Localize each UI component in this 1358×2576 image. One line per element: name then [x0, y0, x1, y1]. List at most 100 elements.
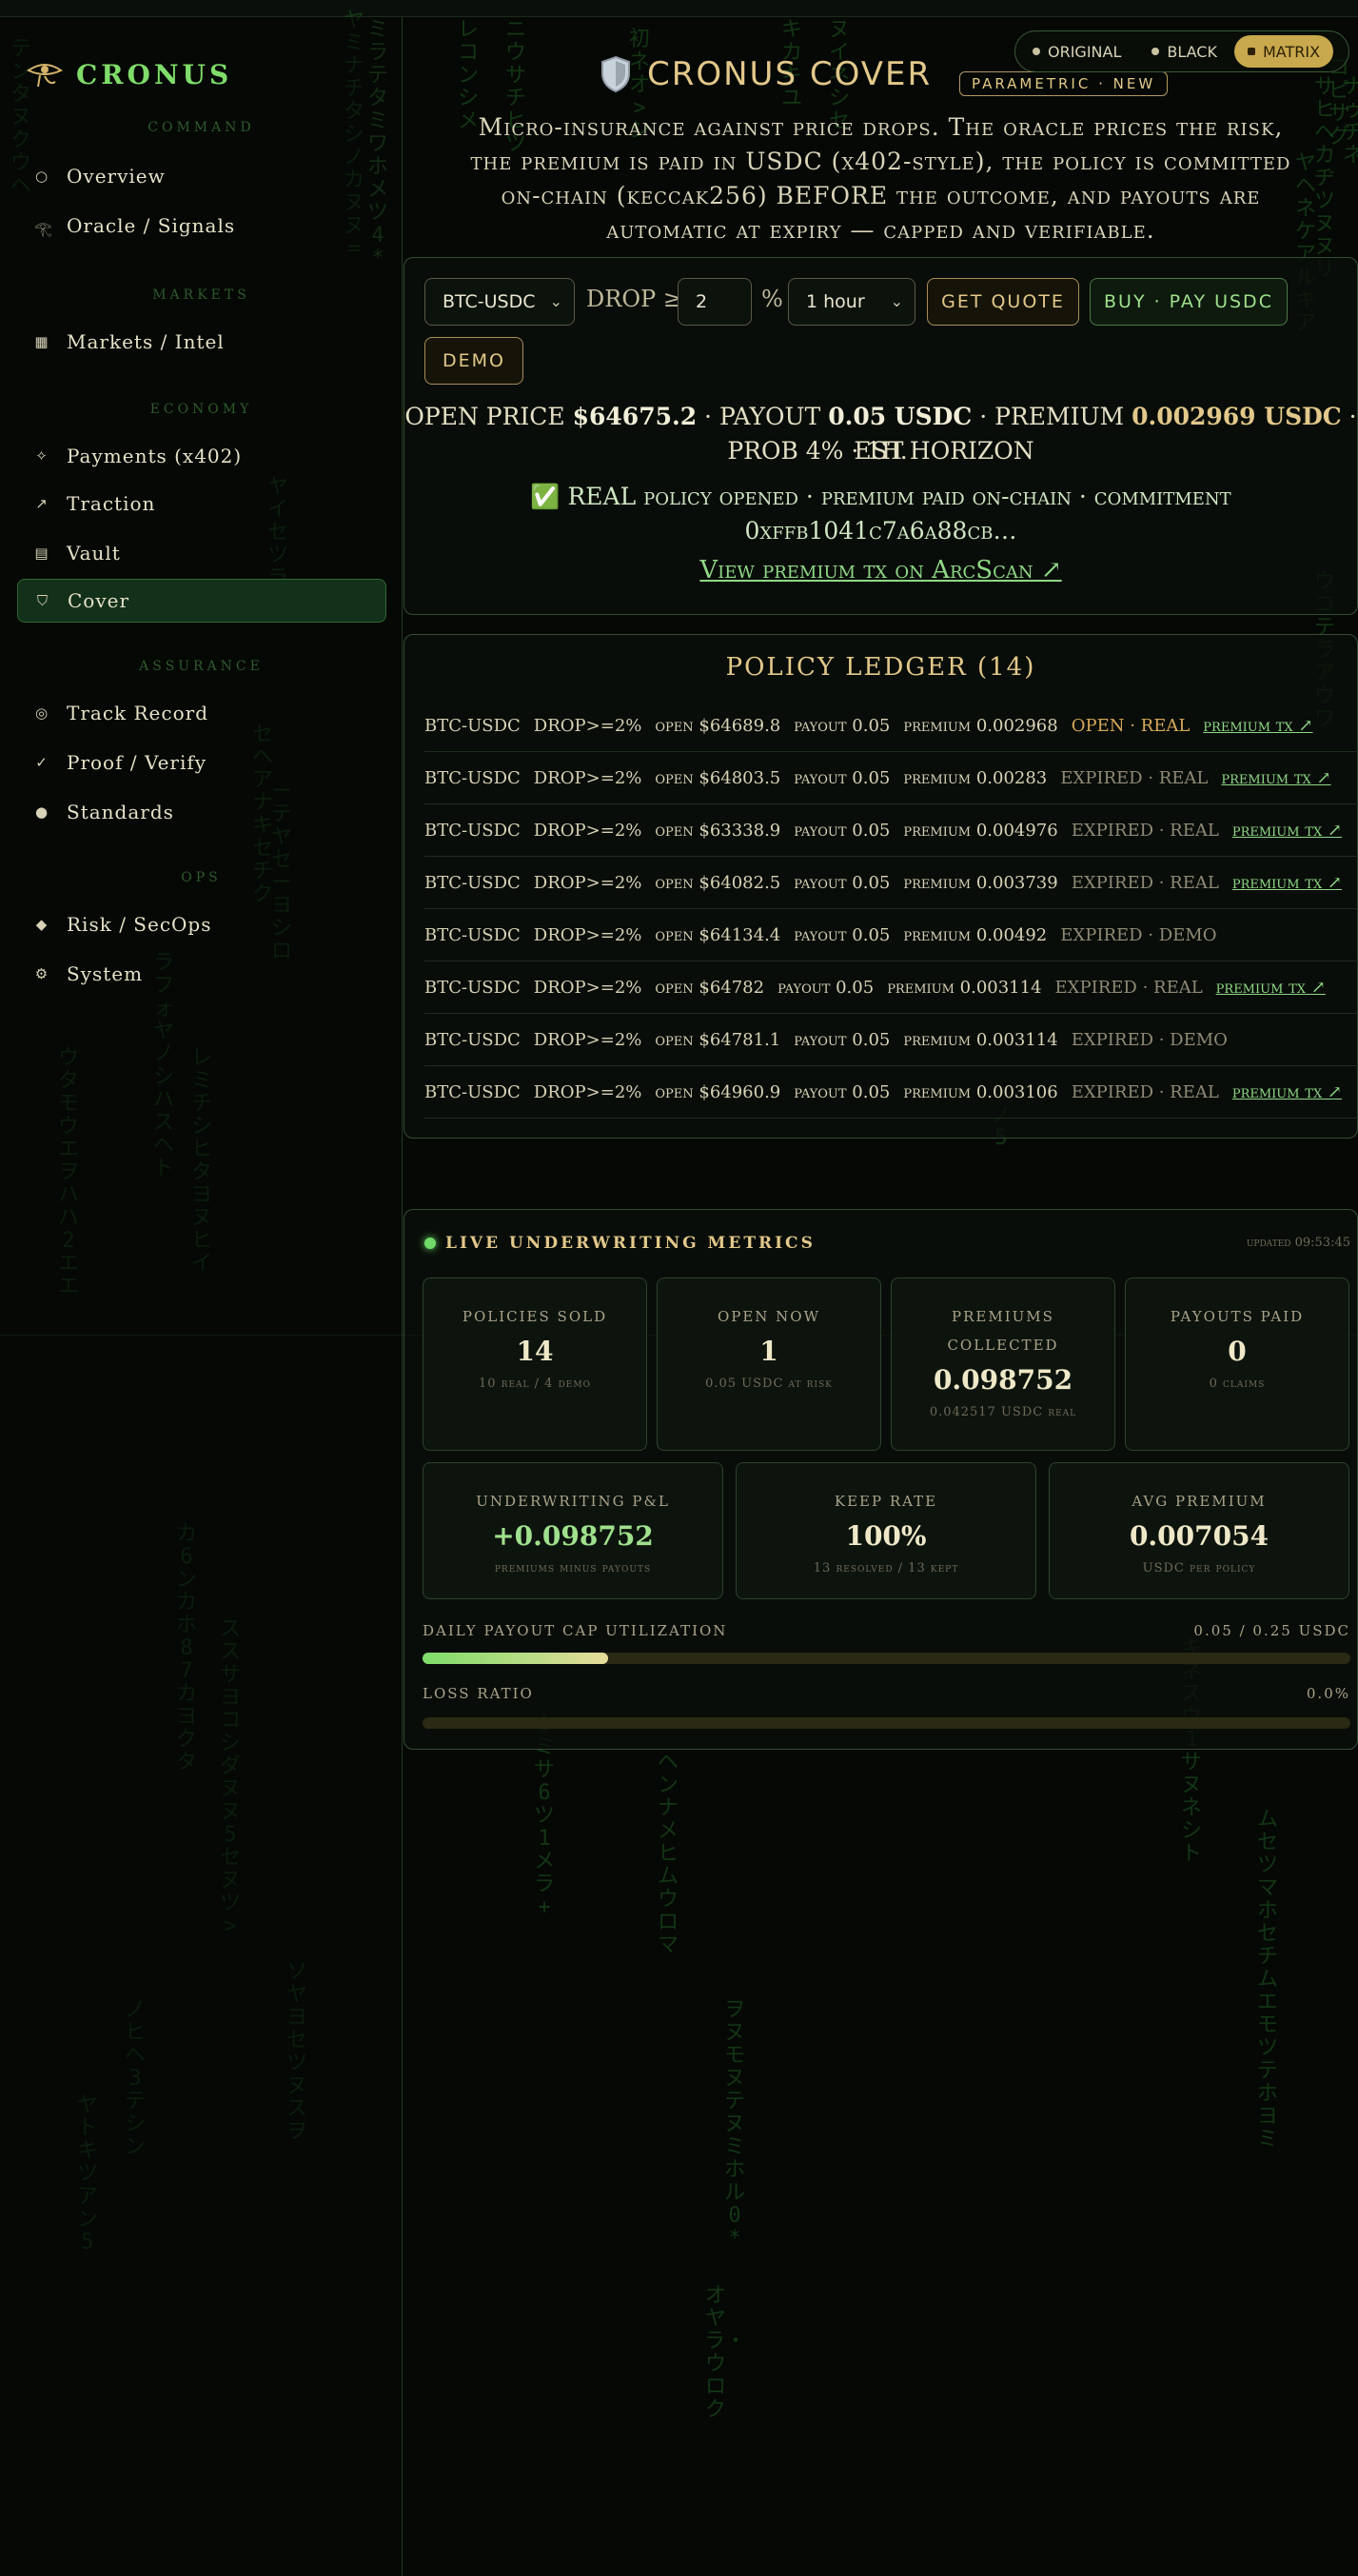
sidebar-item-label: Risk / SecOps [67, 913, 212, 936]
ledger-payout: payout 0.05 [777, 977, 875, 998]
page-title-text: CRONUS COVER [647, 55, 933, 93]
eye-of-horus-icon: 𓂀 [34, 219, 53, 237]
pair-select[interactable]: BTC-USDC ⌄ [424, 278, 575, 326]
sidebar-item-label: Overview [67, 165, 166, 188]
ledger-status: EXPIRED · REAL [1071, 820, 1219, 841]
sidebar-item-system[interactable]: ⚙ System [17, 952, 386, 996]
sparkle-icon: ✧ [35, 447, 49, 465]
browser-top-strip [0, 0, 1358, 17]
ledger-drop: DROP>=2% [533, 924, 642, 945]
sidebar-item-cover[interactable]: ⛉ Cover [17, 579, 386, 623]
sidebar-item-track-record[interactable]: ◎ Track Record [17, 691, 386, 735]
ledger-premium: premium 0.003114 [887, 977, 1042, 998]
demo-button[interactable]: DEMO [424, 337, 523, 385]
theme-black-button[interactable]: BLACK [1138, 35, 1230, 68]
ledger-premium: premium 0.003106 [903, 1081, 1058, 1102]
ledger-pair: BTC-USDC [424, 1029, 521, 1050]
policy-commitment-hash: 0xffb1041c7a6a88cb… [744, 517, 1017, 545]
ledger-row: BTC-USDC DROP>=2% open $64082.5 payout 0.05… [424, 857, 1358, 909]
nav-section-economy: ECONOMY [149, 402, 253, 417]
ledger-premium: premium 0.003739 [903, 872, 1058, 893]
ledger-drop: DROP>=2% [533, 767, 642, 788]
sidebar-item-label: Oracle / Signals [67, 214, 236, 237]
rain-column: ヘンナメヒムウロマ [657, 1751, 679, 1957]
ledger-row: BTC-USDC DROP>=2% open $64803.5 payout 0.05… [424, 752, 1358, 804]
ledger-status: EXPIRED · DEMO [1060, 924, 1217, 945]
ledger-premium-tx-link[interactable]: premium tx ↗ [1232, 1082, 1342, 1102]
sidebar-item-label: Proof / Verify [67, 751, 207, 774]
sidebar-item-traction[interactable]: ↗ Traction [17, 482, 386, 525]
ledger-pair: BTC-USDC [424, 820, 521, 841]
gear-icon: ⚙ [34, 965, 49, 982]
policy-opened-message: ✅ REAL policy opened · premium paid on-c… [530, 483, 1231, 510]
rain-column: オヤラ・ウロク [704, 2284, 747, 2422]
loss-ratio-label: LOSS RATIO [423, 1685, 534, 1702]
dot-icon: ● [34, 803, 49, 821]
sidebar-item-markets-intel[interactable]: ▦ Markets / Intel [17, 320, 386, 364]
page-title: CRONUS COVER [600, 55, 932, 93]
ledger-premium: premium 0.003114 [903, 1029, 1058, 1050]
updated-timestamp: updated 09:53:45 [1246, 1236, 1350, 1250]
drop-label: DROP ≥ [586, 286, 682, 312]
sidebar-item-overview[interactable]: ○ Overview [17, 154, 386, 198]
target-icon: ◎ [34, 704, 49, 722]
ledger-open-price: open $63338.9 [655, 820, 781, 841]
chevron-down-icon: ⌄ [549, 292, 562, 310]
ledger-premium: premium 0.00283 [903, 767, 1048, 788]
ledger-open-price: open $64781.1 [655, 1029, 781, 1050]
get-quote-button[interactable]: GET QUOTE [927, 278, 1079, 326]
dot-icon [1247, 48, 1255, 55]
payout-cap-bar [423, 1653, 1350, 1664]
ledger-pair: BTC-USDC [424, 715, 521, 736]
shield-icon [601, 55, 630, 93]
drop-percent-input[interactable]: 2 [678, 278, 752, 326]
dot-icon [1151, 48, 1160, 55]
nav-section-ops: OPS [181, 870, 222, 885]
theme-original-button[interactable]: ORIGINAL [1019, 35, 1134, 68]
chevron-down-icon: ⌄ [890, 292, 903, 310]
payout-cap-value: 0.05 / 0.25 USDC [1193, 1622, 1350, 1639]
grid-icon: ▦ [34, 333, 49, 350]
ledger-premium-tx-link[interactable]: premium tx ↗ [1232, 821, 1342, 841]
ledger-premium-tx-link[interactable]: premium tx ↗ [1216, 978, 1326, 998]
sidebar-item-label: Payments (x402) [67, 445, 243, 467]
sidebar-item-label: Standards [67, 801, 174, 823]
ledger-payout: payout 0.05 [794, 872, 891, 893]
brand-name: CRONUS [76, 59, 233, 90]
buy-pay-usdc-button[interactable]: BUY · PAY USDC [1090, 278, 1288, 326]
ledger-drop: DROP>=2% [533, 872, 642, 893]
quote-probability: PROB 4% · 1H HORIZON [727, 437, 1034, 465]
ledger-open-price: open $64803.5 [655, 767, 781, 788]
ledger-status: EXPIRED · REAL [1071, 872, 1219, 893]
ledger-pair: BTC-USDC [424, 1081, 521, 1102]
theme-matrix-button[interactable]: MATRIX [1233, 35, 1334, 68]
sidebar-item-standards[interactable]: ● Standards [17, 790, 386, 834]
sidebar-item-risk-secops[interactable]: ◆ Risk / SecOps [17, 902, 386, 946]
ledger-payout: payout 0.05 [794, 1081, 891, 1102]
sidebar-item-payments[interactable]: ✧ Payments (x402) [17, 434, 386, 478]
metric-card-open-now: OPEN NOW 1 0.05 USDC at risk [657, 1278, 881, 1451]
metric-card-payouts-paid: PAYOUTS PAID 0 0 claims [1125, 1278, 1349, 1451]
premium-tx-link[interactable]: View premium tx on ArcScan ↗ [403, 556, 1358, 585]
ledger-drop: DROP>=2% [533, 1081, 642, 1102]
ledger-premium-tx-link[interactable]: premium tx ↗ [1221, 768, 1330, 788]
horizon-select[interactable]: 1 hour ⌄ [788, 278, 915, 326]
ledger-status: EXPIRED · REAL [1060, 767, 1209, 788]
sidebar-item-label: System [67, 962, 144, 985]
ledger-premium: premium 0.002968 [903, 715, 1058, 736]
sidebar-item-oracle-signals[interactable]: 𓂀 Oracle / Signals [17, 204, 386, 248]
ledger-status: EXPIRED · DEMO [1071, 1029, 1228, 1050]
ledger-row: BTC-USDC DROP>=2% open $64134.4 payout 0.05… [424, 909, 1358, 961]
metric-card-premiums-collected: PREMIUMS COLLECTED 0.098752 0.042517 USD… [891, 1278, 1115, 1451]
sidebar-item-vault[interactable]: ▤ Vault [17, 531, 386, 575]
ledger-premium-tx-link[interactable]: premium tx ↗ [1203, 716, 1312, 736]
ledger-row: BTC-USDC DROP>=2% open $64781.1 payout 0.05… [424, 1014, 1358, 1066]
theme-switcher: ORIGINAL BLACK MATRIX [1014, 30, 1349, 72]
brand[interactable]: CRONUS [27, 59, 232, 90]
ledger-title: POLICY LEDGER (14) [725, 653, 1036, 682]
ledger-pair: BTC-USDC [424, 767, 521, 788]
ledger-row: BTC-USDC DROP>=2% open $64960.9 payout 0.05… [424, 1066, 1358, 1119]
sidebar-item-proof-verify[interactable]: ✓ Proof / Verify [17, 741, 386, 784]
premium-value: 0.002969 USDC [1132, 403, 1342, 430]
ledger-premium-tx-link[interactable]: premium tx ↗ [1232, 873, 1342, 893]
